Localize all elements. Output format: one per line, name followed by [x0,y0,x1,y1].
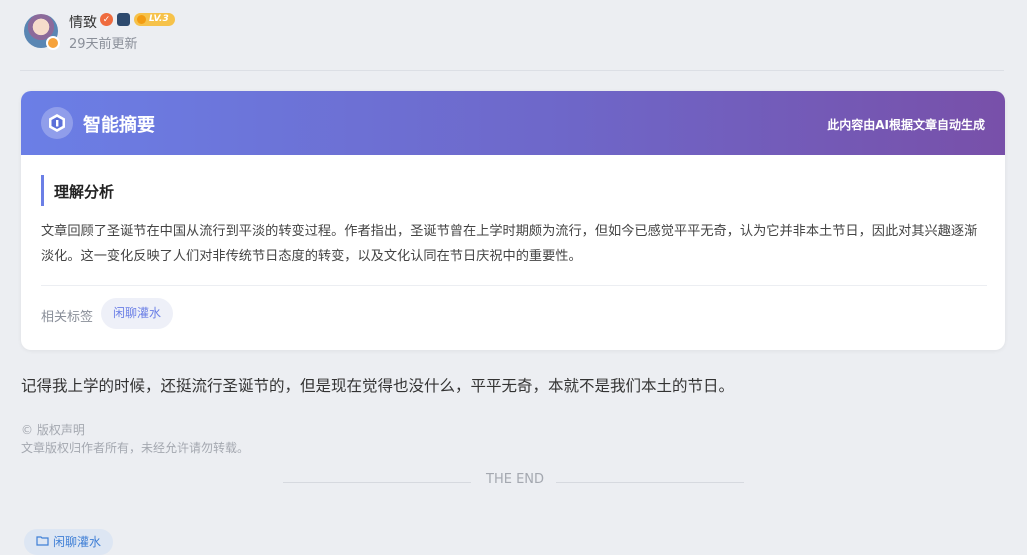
folder-icon [36,529,49,555]
end-divider-right [556,482,744,483]
card-divider [41,285,987,286]
avatar-badge-icon [46,36,60,50]
update-time: 29天前更新 [69,37,138,52]
copyright-text: 文章版权归作者所有，未经允许请勿转载。 [21,441,250,455]
copyright-title: © 版权声明 [21,423,85,437]
ai-summary-header: 智能摘要 此内容由AI根据文章自动生成 [21,91,1005,155]
end-divider-left [283,482,471,483]
header-divider [20,70,1004,71]
related-tag-chip[interactable]: 闲聊灌水 [101,298,174,329]
article-tag-label: 闲聊灌水 [53,535,102,549]
summary-text: 文章回顾了圣诞节在中国从流行到平淡的转变过程。作者指出，圣诞节曾在上学时期颇为流… [41,224,978,264]
ai-summary-icon [41,107,73,139]
medal-icon [117,13,130,26]
author-badges: ✓ LV.3 [100,13,175,26]
level-badge-icon: LV.3 [134,13,175,26]
article-body: 记得我上学的时候，还挺流行圣诞节的，但是现在觉得也没什么，平平无奇，本就不是我们… [21,377,735,395]
article-tag-button[interactable]: 闲聊灌水 [24,529,114,555]
verified-icon: ✓ [100,13,113,26]
author-name[interactable]: 情致 [69,12,97,32]
the-end-label: THE END [486,472,545,487]
ai-summary-card: 智能摘要 此内容由AI根据文章自动生成 理解分析 文章回顾了圣诞节在中国从流行到… [21,91,1005,350]
ai-summary-note: 此内容由AI根据文章自动生成 [827,118,985,132]
related-tags-label: 相关标签 [41,310,94,325]
ai-summary-title: 智能摘要 [83,115,155,136]
section-accent-bar [41,175,44,206]
section-title: 理解分析 [54,183,115,201]
